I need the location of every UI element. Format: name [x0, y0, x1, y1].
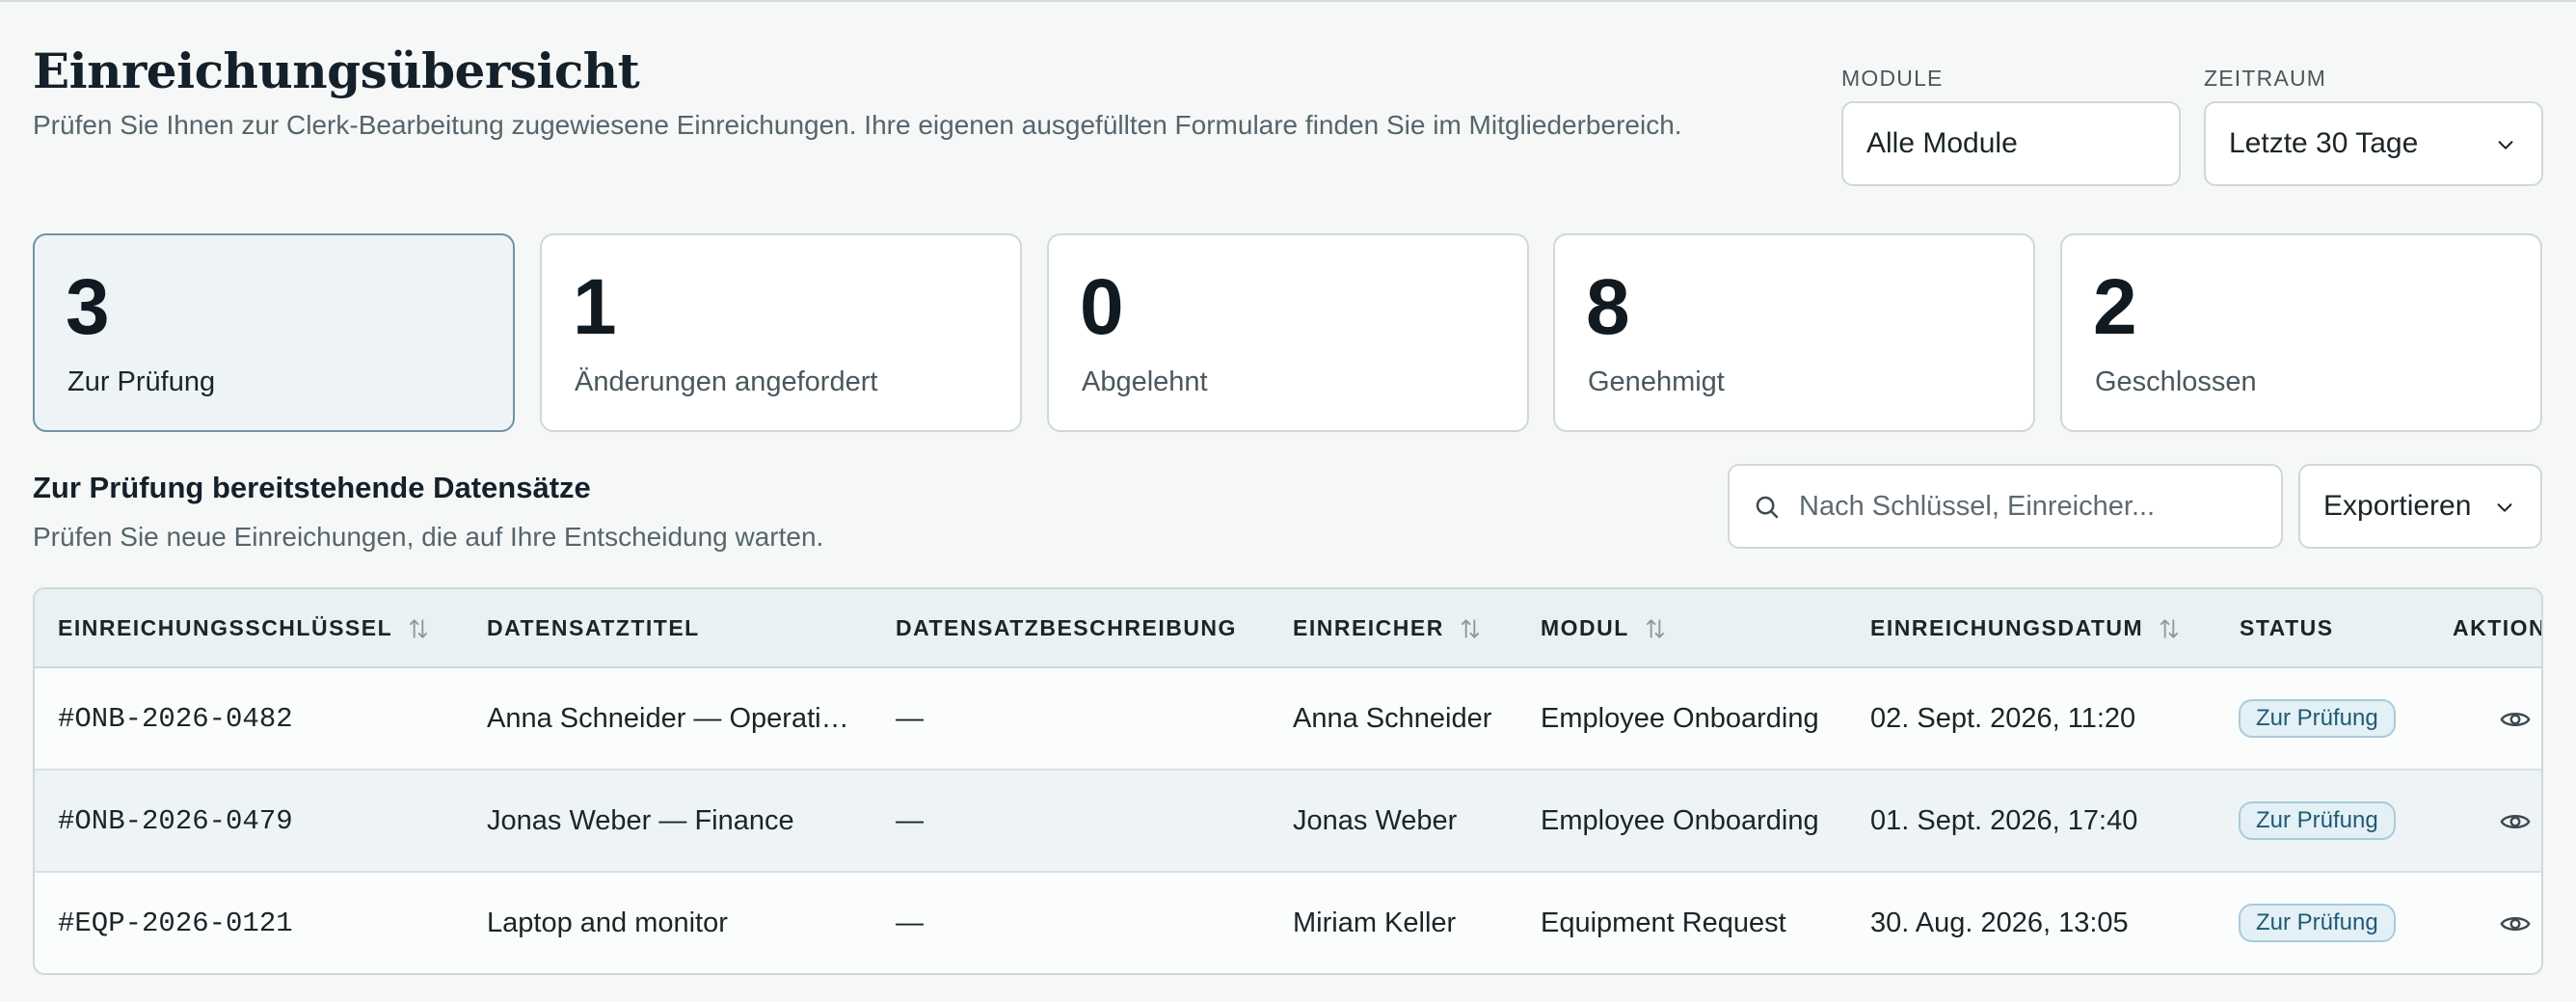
- cell-submitter: Jonas Weber: [1293, 805, 1458, 836]
- eye-icon[interactable]: [2499, 703, 2532, 736]
- page-frame: Einreichungsübersicht Prüfen Sie Ihnen z…: [0, 0, 2576, 1002]
- cell-date: 01. Sept. 2026, 17:40: [1870, 805, 2138, 836]
- stat-count: 8: [1586, 263, 1630, 351]
- cell-date: 30. Aug. 2026, 13:05: [1870, 907, 2129, 938]
- table-header: EINREICHUNGSSCHLÜSSEL DATENSATZTITEL DAT…: [35, 589, 2541, 668]
- column-header-label: AKTION: [2453, 615, 2543, 640]
- stat-count: 2: [2093, 263, 2137, 351]
- column-header-key[interactable]: EINREICHUNGSSCHLÜSSEL: [58, 615, 431, 641]
- sort-icon: [1461, 618, 1479, 638]
- section-subtitle: Prüfen Sie neue Einreichungen, die auf I…: [33, 522, 824, 552]
- page-subtitle: Prüfen Sie Ihnen zur Clerk-Bearbeitung z…: [33, 110, 1682, 140]
- table-row[interactable]: #EQP-2026-0121 Laptop and monitor — Miri…: [35, 873, 2541, 973]
- column-header-label: DATENSATZBESCHREIBUNG: [896, 615, 1237, 640]
- stat-card-changes-requested[interactable]: 1 Änderungen angefordert: [540, 233, 1022, 432]
- sort-icon: [2160, 618, 2179, 638]
- column-header-label: EINREICHUNGSDATUM: [1870, 615, 2144, 640]
- column-header-label: EINREICHUNGSSCHLÜSSEL: [58, 615, 393, 640]
- eye-icon[interactable]: [2499, 805, 2532, 838]
- eye-icon[interactable]: [2499, 907, 2532, 940]
- stat-label: Geschlossen: [2095, 366, 2257, 397]
- section-title: Zur Prüfung bereitstehende Datensätze: [33, 471, 591, 504]
- status-badge: Zur Prüfung: [2239, 801, 2396, 840]
- period-select-value: Letzte 30 Tage: [2229, 127, 2419, 159]
- table-row[interactable]: #ONB-2026-0482 Anna Schneider — Operatio…: [35, 668, 2541, 771]
- stat-label: Änderungen angefordert: [575, 366, 878, 397]
- cell-title: Anna Schneider — Operations: [487, 703, 853, 734]
- stat-label: Genehmigt: [1588, 366, 1725, 397]
- column-header-date[interactable]: EINREICHUNGSDATUM: [1870, 615, 2182, 641]
- column-header-label: DATENSATZTITEL: [487, 615, 700, 640]
- sort-icon: [1646, 618, 1664, 638]
- stat-card-in-review[interactable]: 3 Zur Prüfung: [33, 233, 515, 432]
- cell-description: —: [896, 907, 924, 938]
- cell-module: Employee Onboarding: [1541, 703, 1819, 734]
- module-select[interactable]: Alle Module: [1841, 101, 2181, 186]
- cell-description: —: [896, 703, 924, 734]
- column-header-title: DATENSATZTITEL: [487, 615, 700, 641]
- table-row[interactable]: #ONB-2026-0479 Jonas Weber — Finance — J…: [35, 771, 2541, 873]
- cell-date: 02. Sept. 2026, 11:20: [1870, 703, 2136, 734]
- stat-count: 0: [1080, 263, 1124, 351]
- cell-module: Equipment Request: [1541, 907, 1786, 938]
- export-button-label: Exportieren: [2323, 490, 2472, 522]
- cell-title: Laptop and monitor: [487, 907, 728, 938]
- column-header-label: MODUL: [1541, 615, 1629, 640]
- cell-submitter: Miriam Keller: [1293, 907, 1457, 938]
- search-icon: [1756, 496, 1779, 519]
- cell-key: #EQP-2026-0121: [58, 907, 293, 939]
- period-select[interactable]: Letzte 30 Tage: [2204, 101, 2543, 186]
- status-badge: Zur Prüfung: [2239, 904, 2396, 942]
- stat-card-closed[interactable]: 2 Geschlossen: [2060, 233, 2542, 432]
- stat-card-approved[interactable]: 8 Genehmigt: [1553, 233, 2035, 432]
- submissions-table: EINREICHUNGSSCHLÜSSEL DATENSATZTITEL DAT…: [33, 587, 2543, 975]
- column-header-action: AKTION: [2453, 615, 2543, 641]
- column-header-status: STATUS: [2240, 615, 2334, 641]
- period-filter-label: ZEITRAUM: [2204, 66, 2327, 91]
- cell-submitter: Anna Schneider: [1293, 703, 1492, 734]
- chevron-down-icon: [2497, 503, 2512, 512]
- column-header-submitter[interactable]: EINREICHER: [1293, 615, 1483, 641]
- stat-count: 3: [66, 263, 110, 351]
- stat-label: Abgelehnt: [1082, 366, 1208, 397]
- column-header-module[interactable]: MODUL: [1541, 615, 1668, 641]
- export-button[interactable]: Exportieren: [2298, 464, 2542, 549]
- stat-card-rejected[interactable]: 0 Abgelehnt: [1047, 233, 1529, 432]
- search-input[interactable]: [1799, 485, 2262, 528]
- sort-icon: [410, 618, 428, 638]
- column-header-label: EINREICHER: [1293, 615, 1444, 640]
- column-header-label: STATUS: [2240, 615, 2334, 640]
- cell-description: —: [896, 805, 924, 836]
- search-box[interactable]: [1728, 464, 2283, 549]
- stat-label: Zur Prüfung: [67, 366, 216, 397]
- cell-module: Employee Onboarding: [1541, 805, 1819, 836]
- stat-count: 1: [573, 263, 617, 351]
- cell-title: Jonas Weber — Finance: [487, 805, 794, 836]
- column-header-description: DATENSATZBESCHREIBUNG: [896, 615, 1237, 641]
- cell-key: #ONB-2026-0479: [58, 805, 293, 837]
- cell-key: #ONB-2026-0482: [58, 703, 293, 735]
- status-badge: Zur Prüfung: [2239, 699, 2396, 738]
- page-title: Einreichungsübersicht: [33, 42, 640, 99]
- chevron-down-icon: [2498, 141, 2513, 149]
- module-select-value: Alle Module: [1866, 127, 2018, 159]
- module-filter-label: MODULE: [1841, 66, 1944, 91]
